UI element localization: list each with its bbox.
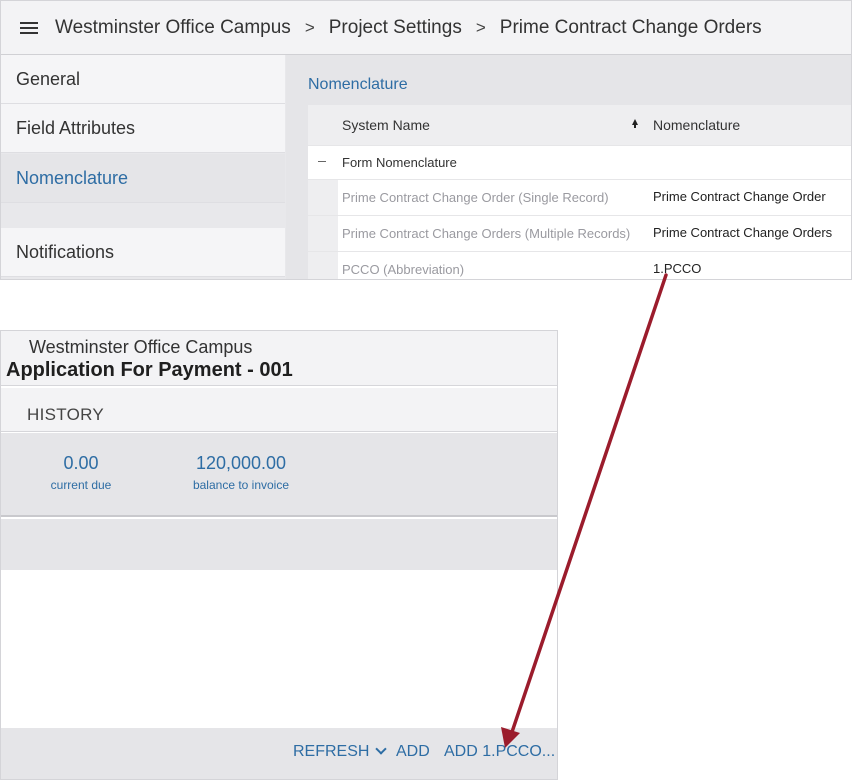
nomenclature-input[interactable]: Prime Contract Change Order xyxy=(648,180,851,214)
project-name: Westminster Office Campus xyxy=(29,337,253,357)
group-label: Form Nomenclature xyxy=(342,155,457,170)
project-settings-panel: Westminster Office Campus > Project Sett… xyxy=(0,0,852,280)
balance-value: 120,000.00 xyxy=(195,453,287,473)
add-button[interactable]: ADD xyxy=(396,743,430,761)
nomenclature-table: System Name Nomenclature Form Nomenclatu… xyxy=(308,105,851,279)
current-due-value: 0.00 xyxy=(63,453,99,473)
breadcrumb-current-page: Prime Contract Change Orders xyxy=(499,16,762,38)
payment-header: Westminster Office Campus Application Fo… xyxy=(1,331,557,386)
nomenclature-content: Nomenclature System Name Nomenclature Fo… xyxy=(286,55,851,279)
column-header-nomenclature[interactable]: Nomenclature xyxy=(653,117,740,133)
add-pcco-button[interactable]: ADD 1.PCCO... xyxy=(444,743,555,761)
row-gutter xyxy=(308,216,338,251)
toolbar-band xyxy=(1,519,557,570)
system-name-cell: PCCO (Abbreviation) xyxy=(342,262,465,277)
breadcrumb-project-settings[interactable]: Project Settings xyxy=(329,17,462,39)
history-bar[interactable]: HISTORY xyxy=(1,388,557,432)
system-name-cell: Prime Contract Change Orders (Multiple R… xyxy=(342,226,631,241)
settings-sidebar: General Field Attributes Nomenclature No… xyxy=(1,55,286,279)
sidebar-item-general[interactable]: General xyxy=(1,55,285,104)
breadcrumb-project[interactable]: Westminster Office Campus xyxy=(55,17,291,39)
system-name-cell: Prime Contract Change Order (Single Reco… xyxy=(342,190,609,205)
current-due-stat: 0.00 current due xyxy=(47,453,115,492)
action-footer: REFRESH ADD ADD 1.PCCO... xyxy=(1,728,557,779)
sort-ascending-icon[interactable] xyxy=(632,119,638,128)
top-header: Westminster Office Campus > Project Sett… xyxy=(1,1,851,55)
current-due-label: current due xyxy=(50,478,112,492)
table-header: System Name Nomenclature xyxy=(308,105,851,145)
payment-summary: 0.00 current due 120,000.00 balance to i… xyxy=(1,433,557,517)
table-row: Prime Contract Change Orders (Multiple R… xyxy=(308,215,851,251)
nomenclature-input[interactable]: Prime Contract Change Orders xyxy=(648,216,851,250)
chevron-down-icon xyxy=(375,743,388,755)
balance-stat: 120,000.00 balance to invoice xyxy=(187,453,295,492)
sidebar-item-notifications[interactable]: Notifications xyxy=(1,228,285,277)
refresh-label: REFRESH xyxy=(293,743,370,760)
table-row: PCCO (Abbreviation) 1.PCCO xyxy=(308,251,851,279)
history-label[interactable]: HISTORY xyxy=(27,405,104,425)
nomenclature-input-pcco[interactable]: 1.PCCO xyxy=(648,252,851,279)
balance-label: balance to invoice xyxy=(192,478,290,492)
collapse-icon[interactable] xyxy=(318,161,326,162)
sidebar-item-field-attributes[interactable]: Field Attributes xyxy=(1,104,285,153)
refresh-button[interactable]: REFRESH xyxy=(293,743,388,761)
page-title: Application For Payment - 001 xyxy=(6,359,293,381)
row-gutter xyxy=(308,252,338,279)
hamburger-menu-icon[interactable] xyxy=(20,21,38,35)
column-header-system-name[interactable]: System Name xyxy=(342,117,430,133)
table-group-row: Form Nomenclature xyxy=(308,145,851,179)
breadcrumb-separator: > xyxy=(475,17,486,37)
row-gutter xyxy=(308,146,338,179)
breadcrumb-separator: > xyxy=(304,17,315,37)
sidebar-item-nomenclature[interactable]: Nomenclature xyxy=(1,154,285,203)
row-gutter xyxy=(308,180,338,215)
payment-application-panel: Westminster Office Campus Application Fo… xyxy=(0,330,558,780)
table-row: Prime Contract Change Order (Single Reco… xyxy=(308,179,851,215)
section-title: Nomenclature xyxy=(308,76,408,93)
